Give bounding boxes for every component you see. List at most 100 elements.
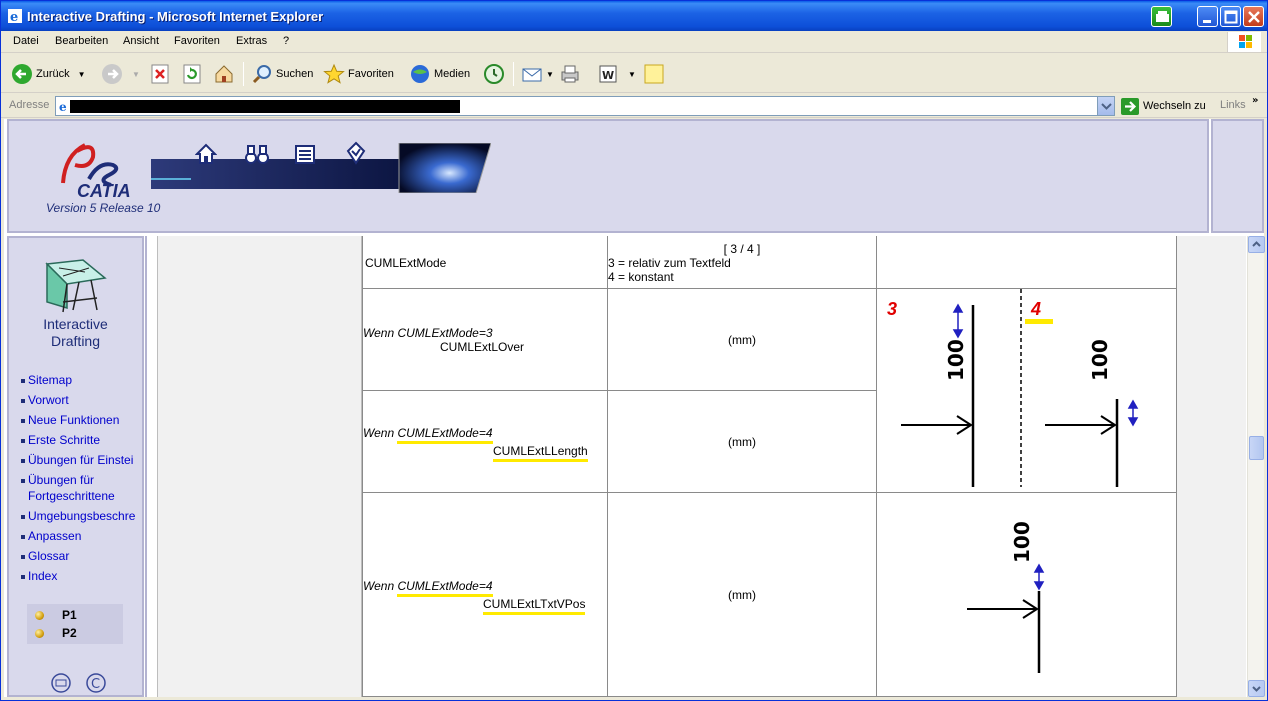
links-chevron-icon[interactable]: » [1252, 95, 1258, 106]
binoculars-icon[interactable] [245, 143, 269, 165]
menu-extras[interactable]: Extras [236, 35, 267, 47]
table-row: Wenn CUMLExtMode=3 CUMLExtLOver (mm) 3 4 [362, 288, 1177, 493]
nav-link-vorwort[interactable]: Vorwort [21, 390, 135, 410]
nav-link-uebungen-einsteiger[interactable]: Übungen für Einstei [21, 450, 135, 470]
condition-text: Wenn CUMLExtMode=3 [363, 325, 493, 340]
nav-link-glossar[interactable]: Glossar [21, 546, 135, 566]
address-bar: Adresse e Wechseln zu Links » [1, 94, 1267, 118]
history-icon [484, 64, 504, 84]
figure-cell-txtvpos: 100 [876, 492, 1177, 697]
offset-arrow [1033, 563, 1045, 591]
mail-dropdown-icon[interactable]: ▼ [546, 70, 554, 79]
dim-text: 100 [944, 339, 968, 381]
media-button[interactable]: Medien [409, 60, 470, 88]
nav-frame: Interactive Drafting Sitemap Vorwort Neu… [7, 236, 144, 697]
bookshelf-icon[interactable] [51, 673, 71, 693]
address-dropdown-button[interactable] [1097, 97, 1114, 115]
nav-link-anpassen[interactable]: Anpassen [21, 526, 135, 546]
nav-bottom-icons: C [51, 673, 106, 693]
scroll-thumb[interactable] [1249, 436, 1264, 460]
back-label: Zurück [36, 68, 70, 80]
menu-bearbeiten[interactable]: Bearbeiten [55, 35, 108, 47]
index-icon[interactable] [344, 141, 368, 165]
forward-dropdown-icon[interactable]: ▼ [132, 70, 140, 79]
condition-text: Wenn CUMLExtMode=4 [363, 578, 607, 597]
contents-icon[interactable] [294, 143, 316, 165]
vertical-scrollbar[interactable] [1247, 236, 1265, 697]
edit-word-button[interactable]: W ▼ [597, 60, 636, 88]
window-title: Interactive Drafting - Microsoft Interne… [27, 9, 324, 24]
copyright-icon[interactable]: C [86, 673, 106, 693]
maximize-button[interactable] [1220, 6, 1241, 27]
print-tray-icon[interactable] [1151, 6, 1172, 27]
word-icon: W [599, 65, 617, 83]
mode-4-label: 4 [1025, 299, 1053, 324]
ball-icon [35, 611, 44, 620]
search-button[interactable]: Suchen [251, 60, 313, 88]
dimension-arrow [901, 415, 1117, 435]
nav-link-sitemap[interactable]: Sitemap [21, 370, 135, 390]
p1-link[interactable]: P1 [35, 608, 77, 622]
go-button[interactable]: Wechseln zu [1121, 97, 1206, 115]
menu-datei[interactable]: Datei [13, 35, 39, 47]
home-nav-icon[interactable] [195, 143, 217, 165]
links-button[interactable]: Links [1220, 99, 1246, 111]
product-box: P1 P2 [27, 604, 123, 644]
forward-button[interactable]: ▼ [101, 60, 140, 88]
toolbar-separator [243, 62, 244, 86]
go-arrow-icon [1121, 97, 1139, 115]
value-option-3: 3 = relativ zum Textfeld [608, 255, 731, 270]
menu-ansicht[interactable]: Ansicht [123, 35, 159, 47]
menu-help[interactable]: ? [283, 35, 289, 47]
refresh-button[interactable] [181, 60, 206, 88]
catia-logo-text: CATIA [77, 181, 131, 201]
parameter-table: CUMLExtMode [ 3 / 4 ] 3 = relativ zum Te… [362, 236, 1177, 697]
param-name: CUMLExtMode [365, 255, 447, 270]
address-input[interactable]: e [55, 96, 1115, 116]
printer-icon [561, 65, 579, 83]
back-button[interactable]: Zurück ▼ [11, 60, 86, 88]
menu-favoriten[interactable]: Favoriten [174, 35, 220, 47]
messenger-button[interactable] [643, 60, 668, 88]
dim-text: 100 [1088, 339, 1112, 381]
search-icon [252, 65, 271, 84]
svg-text:W: W [602, 69, 614, 82]
scroll-down-button[interactable] [1248, 680, 1265, 697]
unit-cell: (mm) [607, 390, 877, 493]
back-dropdown-icon[interactable]: ▼ [78, 70, 86, 79]
condition-text: Wenn CUMLExtMode=4 [363, 425, 607, 444]
condition-highlight: CUMLExtMode=4 [397, 578, 493, 597]
browser-window: e Interactive Drafting - Microsoft Inter… [0, 0, 1268, 701]
svg-text:e: e [10, 10, 18, 24]
value-option-4: 4 = konstant [608, 269, 674, 284]
history-button[interactable] [483, 60, 508, 88]
p2-link[interactable]: P2 [35, 626, 77, 640]
stop-button[interactable] [149, 60, 174, 88]
svg-text:3: 3 [887, 299, 897, 319]
nav-link-neue-funktionen[interactable]: Neue Funktionen [21, 410, 135, 430]
title-bar[interactable]: e Interactive Drafting - Microsoft Inter… [1, 1, 1267, 31]
nav-link-index[interactable]: Index [21, 566, 135, 586]
nav-link-umgebung[interactable]: Umgebungsbeschre [21, 506, 135, 526]
home-icon [215, 65, 233, 83]
scroll-up-button[interactable] [1248, 236, 1265, 253]
table-row: CUMLExtMode [ 3 / 4 ] 3 = relativ zum Te… [362, 236, 1177, 289]
content-area: CATIA Version 5 Release 10 Interactive D… [4, 119, 1265, 697]
star-icon [323, 63, 345, 84]
nav-link-erste-schritte[interactable]: Erste Schritte [21, 430, 135, 450]
param-name-cell: CUMLExtMode [362, 236, 608, 289]
left-gray-column [157, 236, 362, 697]
nav-link-uebungen-fortgeschrittene[interactable]: Übungen für Fortgeschrittene [21, 470, 135, 506]
edit-dropdown-icon[interactable]: ▼ [628, 70, 636, 79]
close-button[interactable] [1243, 6, 1264, 27]
mail-button[interactable]: ▼ [521, 60, 554, 88]
minimize-button[interactable] [1197, 6, 1218, 27]
figure-cell-mode: 3 4 100 100 [876, 288, 1177, 493]
print-button[interactable] [559, 60, 584, 88]
home-button[interactable] [213, 60, 238, 88]
param-name: CUMLExtLOver [440, 339, 525, 354]
menu-bar: Datei Bearbeiten Ansicht Favoriten Extra… [1, 31, 1267, 53]
media-icon [411, 65, 429, 83]
favorites-button[interactable]: Favoriten [323, 60, 394, 88]
svg-text:4: 4 [1030, 299, 1041, 319]
